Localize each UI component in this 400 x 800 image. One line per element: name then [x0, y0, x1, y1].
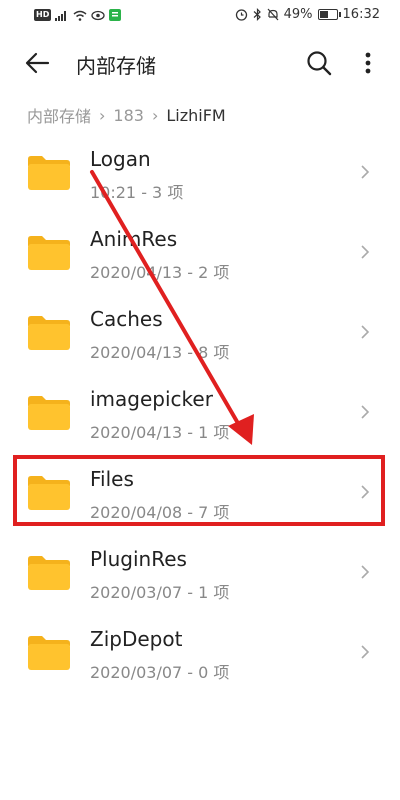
- folder-item-animres[interactable]: AnimRes 2020/04/13 - 2 项: [0, 212, 400, 292]
- breadcrumb-chevron-icon: ›: [99, 105, 106, 125]
- chevron-right-icon: [361, 245, 370, 259]
- breadcrumb-current[interactable]: LizhiFM: [166, 106, 225, 125]
- chevron-right-icon: [361, 405, 370, 419]
- search-button[interactable]: [304, 48, 334, 78]
- status-right: 49% 16:32: [235, 7, 380, 22]
- folder-meta: 2020/03/07 - 0 项: [90, 663, 230, 682]
- folder-item-pluginres[interactable]: PluginRes 2020/03/07 - 1 项: [0, 532, 400, 612]
- folder-item-logan[interactable]: Logan 10:21 - 3 项: [0, 132, 400, 212]
- folder-name: AnimRes: [90, 227, 178, 251]
- folder-icon: [28, 636, 70, 670]
- breadcrumb-internal-storage[interactable]: 内部存储: [27, 103, 91, 127]
- app-notification-icon: [109, 9, 122, 21]
- wifi-icon: [73, 10, 87, 21]
- chevron-right-icon: [361, 165, 370, 179]
- folder-meta: 2020/04/13 - 8 项: [90, 343, 230, 362]
- breadcrumb-chevron-icon: ›: [151, 105, 159, 125]
- status-bar: HD 49% 16:32: [0, 0, 400, 32]
- battery-icon: [317, 9, 341, 20]
- breadcrumb-183[interactable]: 183: [113, 106, 144, 125]
- eye-icon: [91, 10, 105, 20]
- folder-icon: [28, 236, 70, 270]
- folder-meta: 10:21 - 3 项: [90, 183, 184, 202]
- breadcrumb: 内部存储 › 183 › LizhiFM: [27, 103, 226, 127]
- alarm-icon: [235, 9, 247, 21]
- folder-name: PluginRes: [90, 547, 187, 571]
- folder-icon: [28, 556, 70, 590]
- folder-name: Caches: [90, 307, 163, 331]
- back-button[interactable]: [22, 48, 52, 78]
- annotation-highlight-box: [13, 455, 385, 526]
- search-icon: [307, 51, 332, 76]
- folder-list: Logan 10:21 - 3 项 AnimRes 2020/04/13 - 2…: [0, 132, 400, 692]
- folder-name: ZipDepot: [90, 627, 183, 651]
- folder-meta: 2020/04/13 - 2 项: [90, 263, 230, 282]
- folder-name: imagepicker: [90, 387, 213, 411]
- folder-icon: [28, 156, 70, 190]
- app-bar: 内部存储: [0, 32, 400, 92]
- more-vertical-icon: [365, 52, 371, 74]
- chevron-right-icon: [361, 325, 370, 339]
- bluetooth-icon: [253, 8, 261, 21]
- signal-icon: [55, 10, 67, 21]
- folder-meta: 2020/03/07 - 1 项: [90, 583, 230, 602]
- chevron-right-icon: [361, 645, 370, 659]
- battery-percent: 49%: [283, 7, 313, 22]
- folder-item-caches[interactable]: Caches 2020/04/13 - 8 项: [0, 292, 400, 372]
- chevron-right-icon: [361, 565, 370, 579]
- page-title: 内部存储: [76, 54, 156, 78]
- folder-item-imagepicker[interactable]: imagepicker 2020/04/13 - 1 项: [0, 372, 400, 452]
- folder-icon: [28, 396, 70, 430]
- more-options-button[interactable]: [356, 48, 380, 78]
- mute-icon: [267, 8, 279, 21]
- folder-icon: [28, 316, 70, 350]
- back-arrow-icon: [25, 52, 50, 74]
- folder-meta: 2020/04/13 - 1 项: [90, 423, 230, 442]
- hd-badge: HD: [34, 9, 52, 21]
- status-time: 16:32: [342, 7, 380, 22]
- status-left: HD: [34, 9, 122, 21]
- folder-name: Logan: [90, 147, 151, 171]
- folder-item-zipdepot[interactable]: ZipDepot 2020/03/07 - 0 项: [0, 612, 400, 692]
